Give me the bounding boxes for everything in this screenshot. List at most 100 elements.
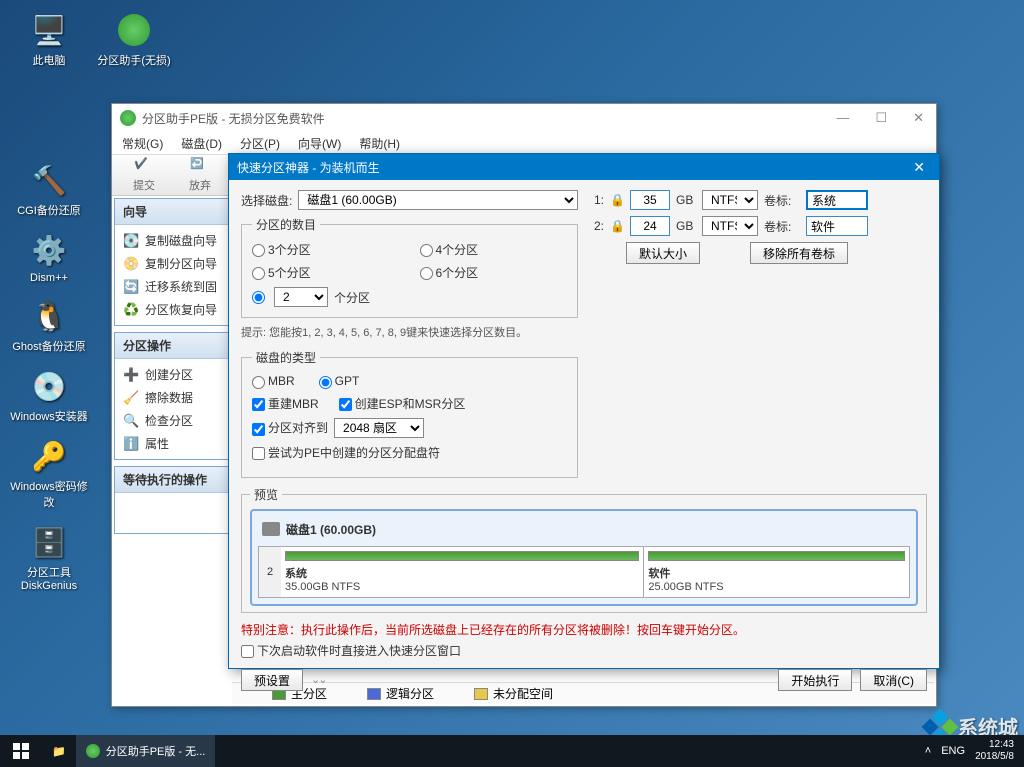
system-tray: ˄ ENG 12:43 2018/5/8 [925, 739, 1024, 763]
menu-partition[interactable]: 分区(P) [240, 135, 280, 152]
fs-select[interactable]: NTFS [702, 216, 758, 236]
checkbox-create-esp[interactable]: 创建ESP和MSR分区 [339, 395, 466, 412]
maximize-button[interactable]: ☐ [871, 110, 891, 126]
desktop-icon-dism[interactable]: ⚙️ Dism++ [10, 230, 88, 284]
desktop-icon-password[interactable]: 🔑 Windows密码修改 [10, 436, 88, 510]
radio-gpt[interactable]: GPT [319, 374, 360, 388]
volume-label-text: 卷标: [764, 192, 800, 209]
sidebar-panel-title: 等待执行的操作 [115, 467, 228, 493]
preview-part-info: 25.00GB NTFS [648, 581, 905, 593]
diskgenius-icon: 🗄️ [29, 522, 69, 562]
sidebar-item-properties[interactable]: ℹ️ 属性 [115, 432, 228, 455]
default-size-button[interactable]: 默认大小 [626, 242, 700, 264]
time-text: 12:43 [975, 739, 1014, 751]
partition-row-1: 1: 🔒 GB NTFS 卷标: [590, 190, 927, 210]
sidebar-item-label: 属性 [145, 435, 169, 452]
sidebar-item-copy-partition[interactable]: 📀复制分区向导 [115, 252, 228, 275]
chevron-down-icon: ⌄⌄ [311, 673, 325, 686]
desktop-icon-partition-assistant[interactable]: 分区助手(无损) [95, 10, 173, 68]
fs-select[interactable]: NTFS [702, 190, 758, 210]
custom-suffix: 个分区 [334, 289, 370, 306]
disk-select[interactable]: 磁盘1 (60.00GB) [298, 190, 578, 210]
cancel-button[interactable]: 取消(C) [860, 669, 927, 691]
remove-labels-button[interactable]: 移除所有卷标 [750, 242, 848, 264]
disk-type-group: 磁盘的类型 MBR GPT 重建MBR 创建ESP和MSR分区 分区对齐到 20… [241, 349, 578, 477]
main-titlebar[interactable]: 分区助手PE版 - 无损分区免费软件 — ☐ ✕ [112, 104, 936, 132]
checkbox-label: 分区对齐到 [268, 421, 328, 435]
volume-input[interactable] [806, 216, 868, 236]
sidebar-item-recover[interactable]: ♻️分区恢复向导 [115, 298, 228, 321]
preview-partition-1[interactable]: 系统 35.00GB NTFS [281, 547, 644, 597]
desktop-icon-cgi[interactable]: 🔨 CGI备份还原 [10, 160, 88, 218]
create-icon: ➕ [123, 367, 139, 383]
password-key-icon: 🔑 [29, 436, 69, 476]
partition-bar [648, 551, 905, 561]
properties-icon: ℹ️ [123, 436, 139, 452]
desktop-icons: 🖥️ 此电脑 🔨 CGI备份还原 ⚙️ Dism++ 🐧 Ghost备份还原 💿… [10, 10, 88, 592]
checkbox-align[interactable]: 分区对齐到 [252, 419, 328, 436]
computer-icon: 🖥️ [29, 10, 69, 50]
close-button[interactable]: ✕ [909, 110, 928, 126]
preset-button[interactable]: 预设置 [241, 669, 303, 691]
desktop-icon-wininstall[interactable]: 💿 Windows安装器 [10, 366, 88, 424]
sidebar-item-label: 创建分区 [145, 366, 193, 383]
start-button[interactable] [0, 735, 42, 767]
volume-input[interactable] [806, 190, 868, 210]
lock-icon[interactable]: 🔒 [610, 193, 624, 207]
dism-icon: ⚙️ [29, 230, 69, 270]
desktop-icon-label: Windows安装器 [10, 408, 88, 424]
menu-disk[interactable]: 磁盘(D) [181, 135, 222, 152]
tray-chevron-up-icon[interactable]: ˄ [925, 745, 931, 757]
radio-3-partitions[interactable]: 3个分区 [252, 241, 400, 258]
discard-button[interactable]: ↩️ 放弃 [176, 157, 224, 193]
group-legend: 预览 [250, 486, 282, 503]
radio-mbr[interactable]: MBR [252, 374, 295, 388]
radio-label: GPT [335, 374, 360, 388]
language-indicator[interactable]: ENG [941, 745, 965, 757]
sidebar-item-create[interactable]: ➕ 创建分区 [115, 363, 228, 386]
preview-disk-label: 磁盘1 (60.00GB) [286, 521, 376, 538]
start-button[interactable]: 开始执行 [778, 669, 852, 691]
preview-partition-2[interactable]: 软件 25.00GB NTFS [644, 547, 909, 597]
sidebar-item-copy-disk[interactable]: 💽复制磁盘向导 [115, 229, 228, 252]
menu-wizard[interactable]: 向导(W) [298, 135, 341, 152]
partition-bar [285, 551, 639, 561]
align-select[interactable]: 2048 扇区 [334, 418, 424, 438]
check-icon: ✔️ [134, 157, 154, 177]
lock-icon[interactable]: 🔒 [610, 219, 624, 233]
taskbar-file-explorer[interactable]: 📁 [42, 735, 76, 767]
radio-5-partitions[interactable]: 5个分区 [252, 264, 400, 281]
preview-box: 磁盘1 (60.00GB) 2 系统 35.00GB NTFS 软件 25.00… [250, 509, 918, 606]
desktop-icon-computer[interactable]: 🖥️ 此电脑 [10, 10, 88, 68]
clock[interactable]: 12:43 2018/5/8 [975, 739, 1014, 763]
sidebar-item-wipe[interactable]: 🧹擦除数据 [115, 386, 228, 409]
menu-help[interactable]: 帮助(H) [359, 135, 400, 152]
radio-custom-partitions[interactable]: 2 个分区 [252, 287, 567, 307]
radio-6-partitions[interactable]: 6个分区 [420, 264, 568, 281]
unit-label: GB [676, 219, 696, 233]
recover-icon: ♻️ [123, 302, 139, 318]
dialog-titlebar[interactable]: 快速分区神器 - 为装机而生 ✕ [229, 154, 939, 180]
toolbar-label: 放弃 [189, 177, 211, 193]
checkbox-label: 尝试为PE中创建的分区分配盘符 [268, 446, 440, 460]
checkbox-label: 下次启动软件时直接进入快速分区窗口 [257, 644, 461, 658]
sidebar-panel-title: 向导 [115, 199, 228, 225]
checkbox-pe-letter[interactable]: 尝试为PE中创建的分区分配盘符 [252, 444, 440, 461]
dialog-title: 快速分区神器 - 为装机而生 [237, 159, 380, 176]
checkbox-rebuild-mbr[interactable]: 重建MBR [252, 395, 319, 412]
minimize-button[interactable]: — [832, 110, 853, 126]
checkbox-next-start[interactable]: 下次启动软件时直接进入快速分区窗口 [241, 644, 461, 658]
custom-count-select[interactable]: 2 [274, 287, 328, 307]
sidebar-item-migrate-os[interactable]: 🔄迁移系统到固 [115, 275, 228, 298]
sidebar-item-label: 检查分区 [145, 412, 193, 429]
radio-4-partitions[interactable]: 4个分区 [420, 241, 568, 258]
desktop-icon-ghost[interactable]: 🐧 Ghost备份还原 [10, 296, 88, 354]
menu-general[interactable]: 常规(G) [122, 135, 163, 152]
dialog-close-button[interactable]: ✕ [907, 159, 931, 176]
size-input[interactable] [630, 216, 670, 236]
desktop-icon-diskgenius[interactable]: 🗄️ 分区工具DiskGenius [10, 522, 88, 592]
commit-button[interactable]: ✔️ 提交 [120, 157, 168, 193]
taskbar-app-item[interactable]: 分区助手PE版 - 无... [76, 735, 216, 767]
sidebar-item-check[interactable]: 🔍检查分区 [115, 409, 228, 432]
size-input[interactable] [630, 190, 670, 210]
